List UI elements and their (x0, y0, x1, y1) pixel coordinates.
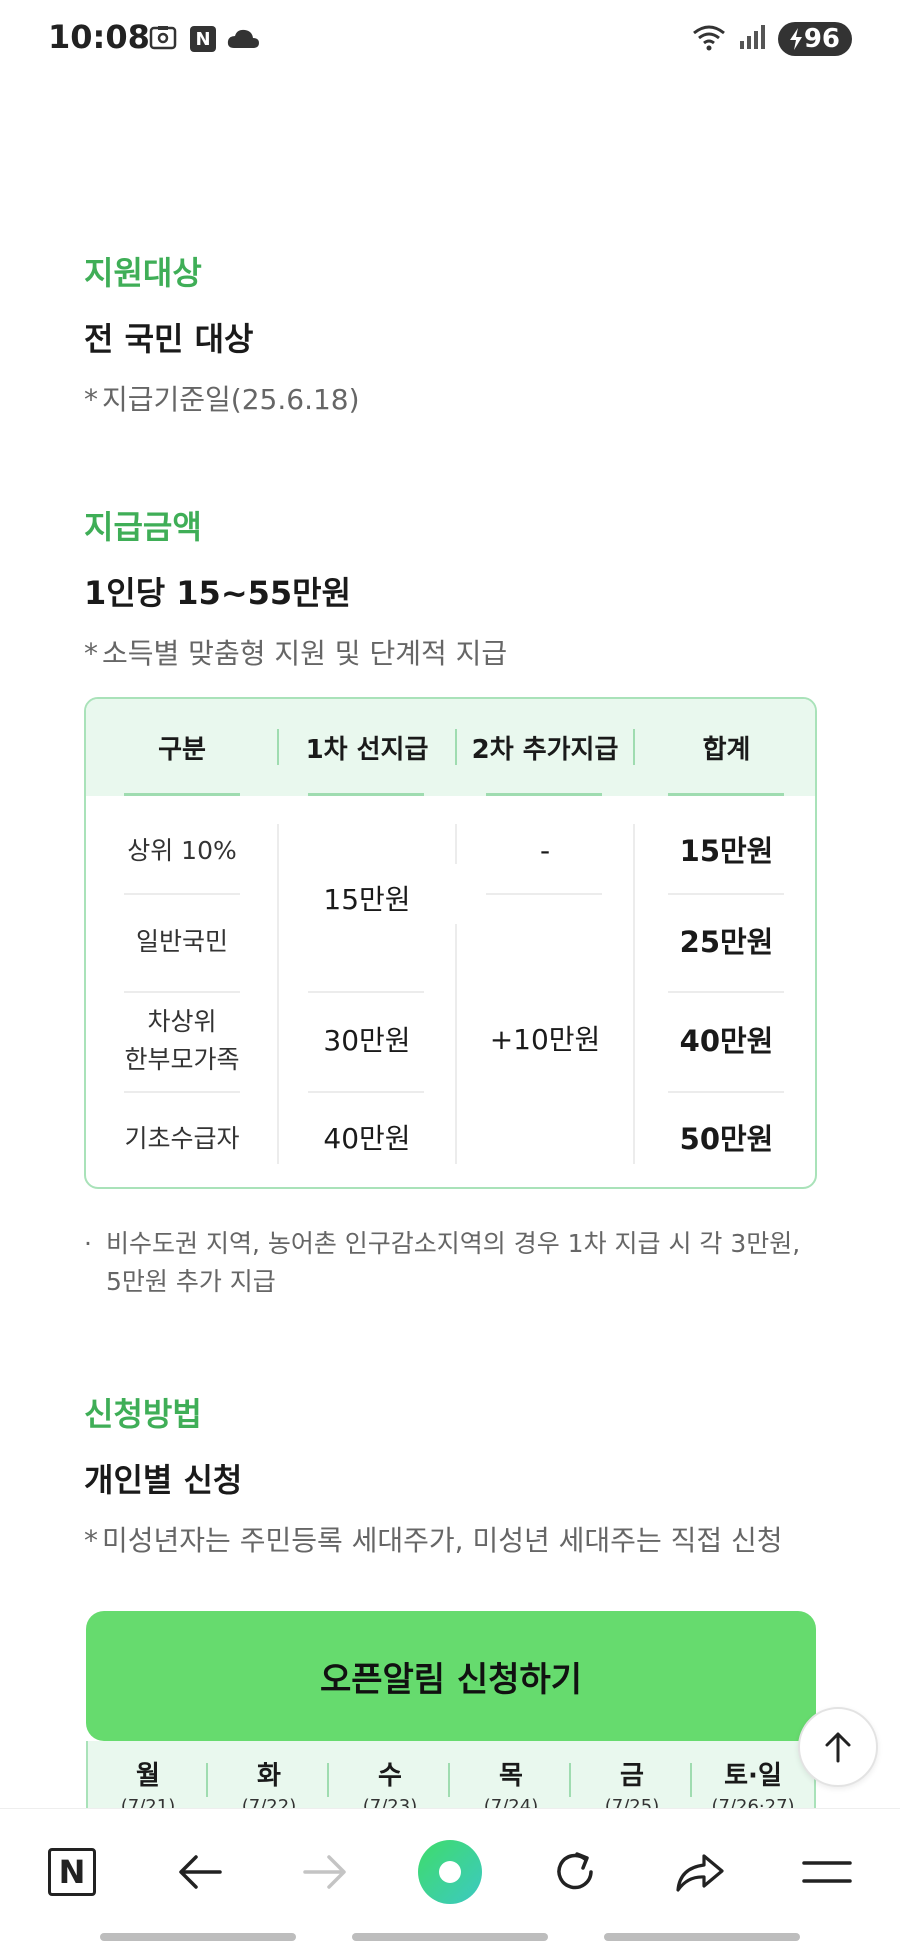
section-note: * 지급기준일(25.6.18) (84, 383, 360, 416)
status-bar: 10:08 N 96 (0, 0, 900, 80)
section-title: 지원대상 (84, 254, 202, 292)
back-arrow-icon (179, 1855, 222, 1889)
naver-home-button[interactable]: N (32, 1837, 112, 1907)
row-label: 일반국민 (135, 927, 228, 956)
total-cell: 15만원 (679, 834, 774, 868)
screenshot-icon (148, 24, 178, 58)
bullet-note: · 비수도권 지역, 농어촌 인구감소지역의 경우 1차 지급 시 각 3만원,… (84, 1229, 801, 1296)
day-tab-wed[interactable]: 수 (7/23) (330, 1741, 450, 1809)
status-right: 96 (692, 22, 852, 56)
menu-icon (802, 1861, 852, 1883)
arrow-up-icon (825, 1732, 851, 1763)
refresh-icon (557, 1852, 593, 1890)
status-time: 10:08 (48, 18, 150, 56)
gesture-bar (352, 1933, 548, 1941)
section-target: 지원대상 전 국민 대상 * 지급기준일(25.6.18) (84, 248, 824, 420)
naver-home-icon: N (48, 1848, 96, 1896)
section-title: 지급금액 (84, 508, 202, 546)
header-first: 1차 선지급 (305, 735, 429, 765)
signal-icon (738, 23, 766, 55)
section-main: 1인당 15~55만원 (84, 574, 352, 612)
section-main: 개인별 신청 (84, 1461, 243, 1499)
row-label: 차상위 한부모가족 (124, 1007, 240, 1074)
back-button[interactable] (160, 1837, 240, 1907)
menu-button[interactable] (787, 1837, 867, 1907)
section-main: 전 국민 대상 (84, 320, 254, 358)
second-payment-cell: +10만원 (489, 1023, 601, 1056)
wifi-icon (692, 23, 726, 55)
payment-table: 구분 1차 선지급 2차 추가지급 합계 상위 10% 일반국민 차상위 한부모… (84, 697, 817, 1189)
share-button[interactable] (660, 1837, 740, 1907)
browser-bottom-bar: N (0, 1808, 900, 1950)
day-tab-fri[interactable]: 금 (7/25) (572, 1741, 692, 1809)
section-amount: 지급금액 1인당 15~55만원 * 소득별 맞춤형 지원 및 단계적 지급 (84, 502, 824, 674)
section-note: * 소득별 맞춤형 지원 및 단계적 지급 (84, 637, 508, 670)
battery-level: 96 (803, 24, 840, 54)
total-cell: 50만원 (679, 1122, 774, 1156)
battery-icon: 96 (777, 22, 852, 56)
header-category: 구분 (158, 735, 206, 765)
open-alert-button[interactable]: 오픈알림 신청하기 (86, 1611, 816, 1741)
cloud-icon (226, 28, 260, 54)
gesture-bar (604, 1933, 800, 1941)
day-tab-mon[interactable]: 월 (7/21) (88, 1741, 208, 1809)
day-tab-thu[interactable]: 목 (7/24) (451, 1741, 571, 1809)
row-label: 상위 10% (127, 836, 237, 865)
total-cell: 40만원 (679, 1024, 774, 1058)
row-label: 기초수급자 (124, 1124, 240, 1153)
gesture-bar (100, 1933, 296, 1941)
first-payment-cell: 40만원 (323, 1122, 411, 1155)
day-tab-weekend[interactable]: 토·일 (7/26·27) (693, 1741, 813, 1809)
total-cell: 25만원 (679, 925, 774, 959)
second-payment-cell: - (539, 834, 551, 867)
share-icon (676, 1854, 724, 1892)
first-payment-cell: 30만원 (323, 1024, 411, 1057)
section-note: * 미성년자는 주민등록 세대주가, 미성년 세대주는 직접 신청 (84, 1524, 783, 1557)
header-total: 합계 (702, 735, 751, 765)
forward-arrow-icon (303, 1855, 346, 1889)
green-dot-button[interactable] (410, 1837, 490, 1907)
day-tabs: 월 (7/21) 화 (7/22) 수 (7/23) 목 (7/24) 금 (7/25) … (86, 1741, 816, 1811)
refresh-button[interactable] (535, 1837, 615, 1907)
green-dot-icon (418, 1840, 482, 1904)
section-method: 신청방법 개인별 신청 * 미성년자는 주민등록 세대주가, 미성년 세대주는 직… (84, 1389, 824, 1561)
naver-icon: N (190, 26, 216, 52)
forward-button[interactable] (285, 1837, 365, 1907)
section-title: 신청방법 (84, 1395, 202, 1433)
table-header: 구분 1차 선지급 2차 추가지급 합계 (86, 699, 815, 796)
day-tab-tue[interactable]: 화 (7/22) (209, 1741, 329, 1809)
first-payment-cell: 15만원 (323, 883, 411, 916)
header-second: 2차 추가지급 (471, 735, 619, 765)
scroll-top-button[interactable] (798, 1707, 878, 1787)
